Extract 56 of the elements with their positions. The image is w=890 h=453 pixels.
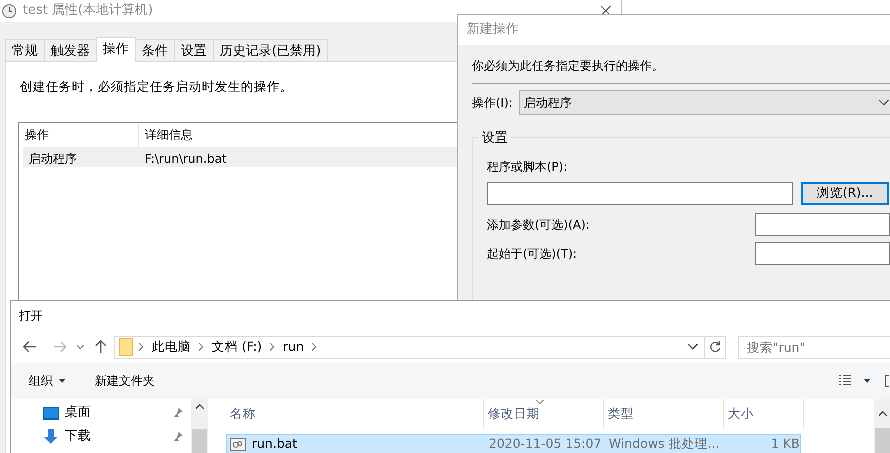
scroll-up-icon [878,411,886,416]
view-options-icon [838,375,852,387]
chevron-right-icon [312,343,318,351]
caret-down-icon [864,379,871,383]
scrollbar[interactable] [874,399,890,453]
column-header[interactable]: 修改日期 [484,399,604,429]
scroll-up-icon [196,404,204,409]
chevron-right-icon [270,343,276,351]
nav-item[interactable]: 下载 [11,425,191,449]
tab[interactable]: 历史记录(已禁用) [213,39,328,62]
close-icon [601,6,611,16]
input-field[interactable] [755,242,890,265]
field-label: 操作(I): [472,94,513,112]
tab[interactable]: 常规 [5,39,45,62]
scrollbar[interactable] [191,399,208,453]
breadcrumb[interactable]: 文档 (F:) [212,338,262,356]
folder-icon [119,338,133,356]
chevron-right-icon [139,343,144,351]
column-header[interactable]: 详细信息 [139,122,199,147]
organize-button[interactable]: 组织 [29,372,66,390]
breadcrumb[interactable]: 此电脑 [152,338,191,356]
field-label: 添加参数(可选)(A): [487,216,590,234]
column-header[interactable]: 类型 [604,399,724,429]
forward-arrow-icon [53,341,67,353]
clock-icon [2,4,17,18]
search-field[interactable]: 搜索"run" [738,336,890,358]
download-arrow-icon [43,429,59,445]
chevron-down-icon [77,344,84,350]
caret-down-icon [59,379,66,383]
tab[interactable]: 操作 [96,37,136,62]
nav-item[interactable]: 桌面 [11,401,191,425]
breadcrumb[interactable]: run [283,338,304,356]
description-text: 创建任务时，必须指定任务启动时发生的操作。 [20,78,293,96]
file-row[interactable]: run.bat 2020-11-05 15:07 Windows 批处理... 1 KB [226,434,801,453]
refresh-icon [710,341,720,353]
input-field[interactable] [755,213,890,236]
window-title: 打开 [19,308,43,325]
back-arrow-icon [23,341,37,353]
input-field[interactable] [487,182,793,205]
chevron-right-icon [199,343,204,351]
gear-file-icon [230,438,246,451]
browse-button[interactable]: 浏览(R)... [801,182,889,205]
action-dropdown[interactable]: 启动程序 [518,90,890,115]
column-header[interactable]: 名称 [226,399,484,429]
new-folder-button[interactable]: 新建文件夹 [95,372,155,390]
chevron-down-icon [688,344,698,350]
up-arrow-icon [95,340,107,354]
window-title: test 属性(本地计算机) [23,2,154,20]
field-label: 起始于(可选)(T): [487,246,578,262]
address-bar[interactable]: 此电脑 文档 (F:) run [114,336,726,358]
column-header[interactable]: 大小 [724,399,804,429]
chevron-down-icon [879,100,889,106]
pane-icon [885,375,889,387]
monitor-icon [43,406,59,420]
instruction-text: 你必须为此任务指定要执行的操作。 [472,58,665,75]
window-title: 新建操作 [467,21,519,40]
